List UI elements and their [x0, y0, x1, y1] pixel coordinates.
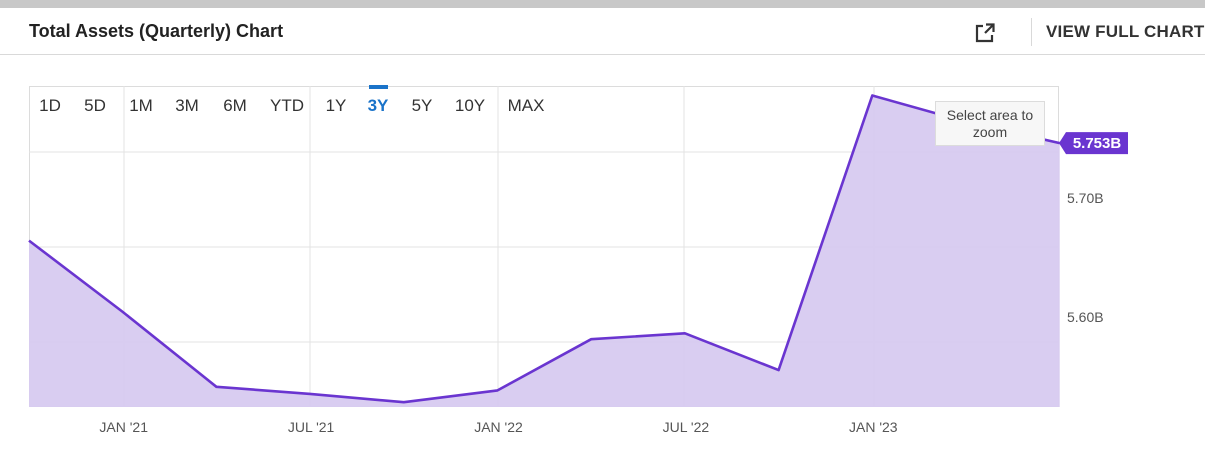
x-tick-label: JUL '22 — [663, 419, 710, 435]
x-axis: JAN '21 JUL '21 JAN '22 JUL '22 JAN '23 — [99, 419, 897, 435]
range-button-10y[interactable]: 10Y — [455, 96, 485, 116]
y-axis: 5.60B 5.70B — [1067, 190, 1104, 325]
x-tick-label: JAN '23 — [849, 419, 898, 435]
range-button-1y[interactable]: 1Y — [326, 96, 347, 116]
x-tick-label: JAN '21 — [99, 419, 148, 435]
range-button-5y[interactable]: 5Y — [412, 96, 433, 116]
range-button-3y[interactable]: 3Y — [368, 96, 389, 116]
zoom-hint[interactable]: Select area to zoom — [935, 101, 1045, 146]
range-button-ytd[interactable]: YTD — [270, 96, 304, 116]
range-button-5d[interactable]: 5D — [84, 96, 106, 116]
x-tick-label: JAN '22 — [474, 419, 523, 435]
series-area — [28, 94, 1060, 407]
active-range-indicator — [369, 85, 388, 89]
area-chart[interactable]: 5.60B5.70B JAN '21 JUL '21 JAN '22 JUL '22 J… — [0, 0, 1205, 449]
y-tick-label: 5.60B — [1067, 309, 1104, 325]
x-tick-label: JUL '21 — [288, 419, 335, 435]
badge-label: 5.753B — [1073, 135, 1122, 152]
range-button-max[interactable]: MAX — [508, 96, 545, 116]
last-value-badge: 5.753B — [1059, 132, 1128, 155]
y-tick-label: 5.70B — [1067, 190, 1104, 206]
range-button-6m[interactable]: 6M — [223, 96, 247, 116]
range-button-3m[interactable]: 3M — [175, 96, 199, 116]
range-button-1d[interactable]: 1D — [39, 96, 61, 116]
range-button-1m[interactable]: 1M — [129, 96, 153, 116]
